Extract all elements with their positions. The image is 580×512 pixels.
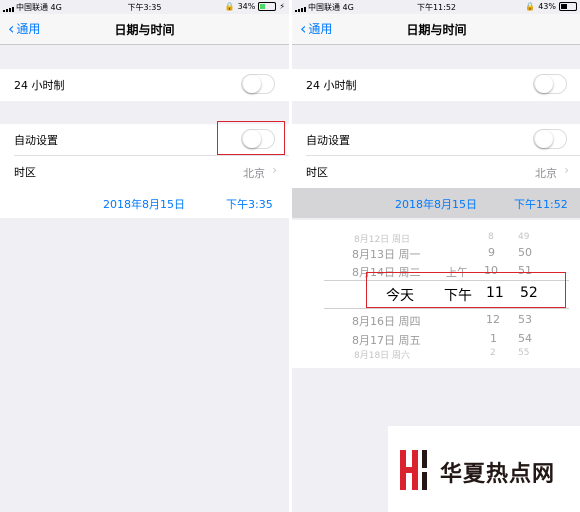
hour24-toggle[interactable] bbox=[533, 74, 567, 94]
nav-bar: ‹ 通用 日期与时间 bbox=[292, 14, 580, 45]
highlight-box bbox=[366, 272, 566, 308]
battery-percent: 43% bbox=[538, 2, 556, 11]
time-value: 下午3:35 bbox=[226, 198, 273, 211]
timezone-row[interactable]: 时区 北京 › bbox=[292, 156, 580, 188]
charging-icon: ⚡ bbox=[279, 2, 285, 11]
page-title: 日期与时间 bbox=[406, 23, 467, 37]
hour24-label: 24 小时制 bbox=[14, 79, 65, 92]
watermark-text: 华夏热点网 bbox=[440, 461, 556, 487]
hour24-toggle[interactable] bbox=[241, 74, 275, 94]
battery-icon bbox=[559, 2, 577, 11]
date-time-row[interactable]: 2018年8月15日 下午11:52 bbox=[292, 188, 580, 218]
hour24-label: 24 小时制 bbox=[306, 79, 357, 92]
page-title: 日期与时间 bbox=[114, 23, 175, 37]
date-time-row[interactable]: 2018年8月15日 下午3:35 bbox=[0, 188, 289, 218]
chevron-right-icon: › bbox=[272, 163, 277, 177]
auto-set-toggle[interactable] bbox=[533, 129, 567, 149]
site-logo-icon bbox=[400, 450, 427, 490]
status-bar: 中国联通 4G 下午11:52 🔒 43% bbox=[292, 0, 580, 14]
rotation-lock-icon: 🔒 bbox=[525, 2, 536, 11]
timezone-value: 北京 bbox=[535, 167, 557, 180]
picker-row: 8月16日 周四 12 53 bbox=[352, 313, 532, 328]
watermark: 华夏热点网 bbox=[388, 426, 580, 512]
hour24-row: 24 小时制 bbox=[292, 69, 580, 101]
time-value: 下午11:52 bbox=[514, 198, 568, 211]
nav-bar: ‹ 通用 日期与时间 bbox=[0, 14, 289, 45]
date-value: 2018年8月15日 bbox=[103, 198, 185, 211]
timezone-value: 北京 bbox=[243, 167, 265, 180]
picker-row: 8月13日 周一 9 50 bbox=[352, 246, 532, 261]
timezone-label: 时区 bbox=[306, 166, 328, 179]
left-screen: 中国联通 4G 下午3:35 🔒 34% ⚡ ‹ 通用 日期与时间 24 小时制… bbox=[0, 0, 289, 512]
picker-row: 8月18日 周六 2 55 bbox=[354, 348, 530, 361]
chevron-right-icon: › bbox=[564, 163, 569, 177]
rotation-lock-icon: 🔒 bbox=[224, 2, 235, 11]
battery-percent: 34% bbox=[237, 2, 256, 11]
battery-icon bbox=[258, 2, 277, 11]
auto-set-label: 自动设置 bbox=[306, 134, 350, 147]
auto-set-row: 自动设置 bbox=[292, 124, 580, 156]
auto-set-label: 自动设置 bbox=[14, 134, 58, 147]
status-bar: 中国联通 4G 下午3:35 🔒 34% ⚡ bbox=[0, 0, 289, 14]
hour24-row: 24 小时制 bbox=[0, 69, 289, 101]
highlight-box bbox=[217, 121, 285, 155]
date-value: 2018年8月15日 bbox=[395, 198, 477, 211]
timezone-label: 时区 bbox=[14, 166, 36, 179]
timezone-row[interactable]: 时区 北京 › bbox=[0, 156, 289, 188]
